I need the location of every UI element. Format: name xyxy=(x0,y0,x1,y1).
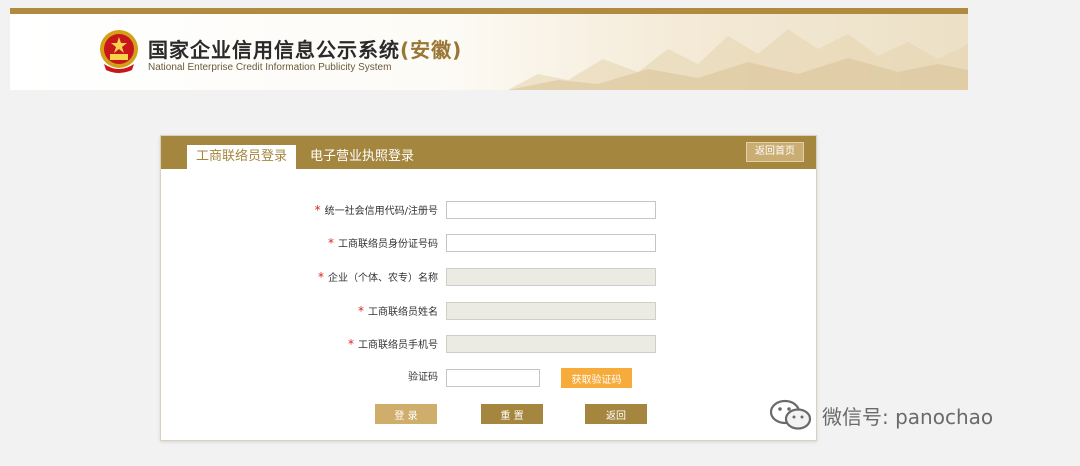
site-title: 国家企业信用信息公示系统(安徽) xyxy=(148,38,463,62)
liaison-name-input xyxy=(446,302,656,320)
form-row-enterprise-name: * 企业（个体、农专）名称 xyxy=(161,268,818,286)
captcha-label: 验证码 xyxy=(408,372,438,383)
credit-code-label: * 统一社会信用代码/注册号 xyxy=(314,203,438,217)
tab-e-license-login[interactable]: 电子营业执照登录 xyxy=(301,145,423,169)
required-mark: * xyxy=(358,304,364,318)
site-subtitle: National Enterprise Credit Information P… xyxy=(148,62,392,73)
panel-header: 工商联络员登录 电子营业执照登录 返回首页 xyxy=(161,136,816,169)
site-banner: 国家企业信用信息公示系统(安徽) National Enterprise Cre… xyxy=(10,8,968,90)
required-mark: * xyxy=(348,337,354,351)
required-mark: * xyxy=(328,236,334,250)
return-home-button[interactable]: 返回首页 xyxy=(746,142,804,162)
login-button[interactable]: 登 录 xyxy=(375,404,437,424)
national-emblem-icon xyxy=(100,30,138,73)
form-row-id-number: * 工商联络员身份证号码 xyxy=(161,234,818,252)
phone-input xyxy=(446,335,656,353)
liaison-name-label: * 工商联络员姓名 xyxy=(358,304,438,318)
form-row-phone: * 工商联络员手机号 xyxy=(161,335,818,353)
form-row-credit-code: * 统一社会信用代码/注册号 xyxy=(161,201,818,219)
mountain-landscape-decoration xyxy=(508,29,968,90)
credit-code-input[interactable] xyxy=(446,201,656,219)
tab-liaison-login[interactable]: 工商联络员登录 xyxy=(187,145,297,169)
watermark-text: 微信号: panochao xyxy=(822,404,994,429)
form-row-captcha: 验证码 获取验证码 xyxy=(161,368,818,388)
required-mark: * xyxy=(314,203,321,217)
back-button[interactable]: 返回 xyxy=(585,404,647,424)
get-captcha-button[interactable]: 获取验证码 xyxy=(561,368,632,388)
wechat-icon xyxy=(769,399,812,430)
form-row-liaison-name: * 工商联络员姓名 xyxy=(161,302,818,320)
captcha-input[interactable] xyxy=(446,369,540,387)
wechat-watermark: 微信号: panochao xyxy=(768,398,993,432)
phone-label: * 工商联络员手机号 xyxy=(348,337,438,351)
site-title-province: (安徽) xyxy=(400,38,463,62)
id-number-label: * 工商联络员身份证号码 xyxy=(328,236,438,250)
login-panel: 工商联络员登录 电子营业执照登录 返回首页 * 统一社会信用代码/注册号 * 工商联… xyxy=(160,135,817,441)
reset-button[interactable]: 重 置 xyxy=(481,404,543,424)
required-mark: * xyxy=(318,270,324,284)
id-number-input[interactable] xyxy=(446,234,656,252)
enterprise-name-input xyxy=(446,268,656,286)
enterprise-name-label: * 企业（个体、农专）名称 xyxy=(318,270,438,284)
